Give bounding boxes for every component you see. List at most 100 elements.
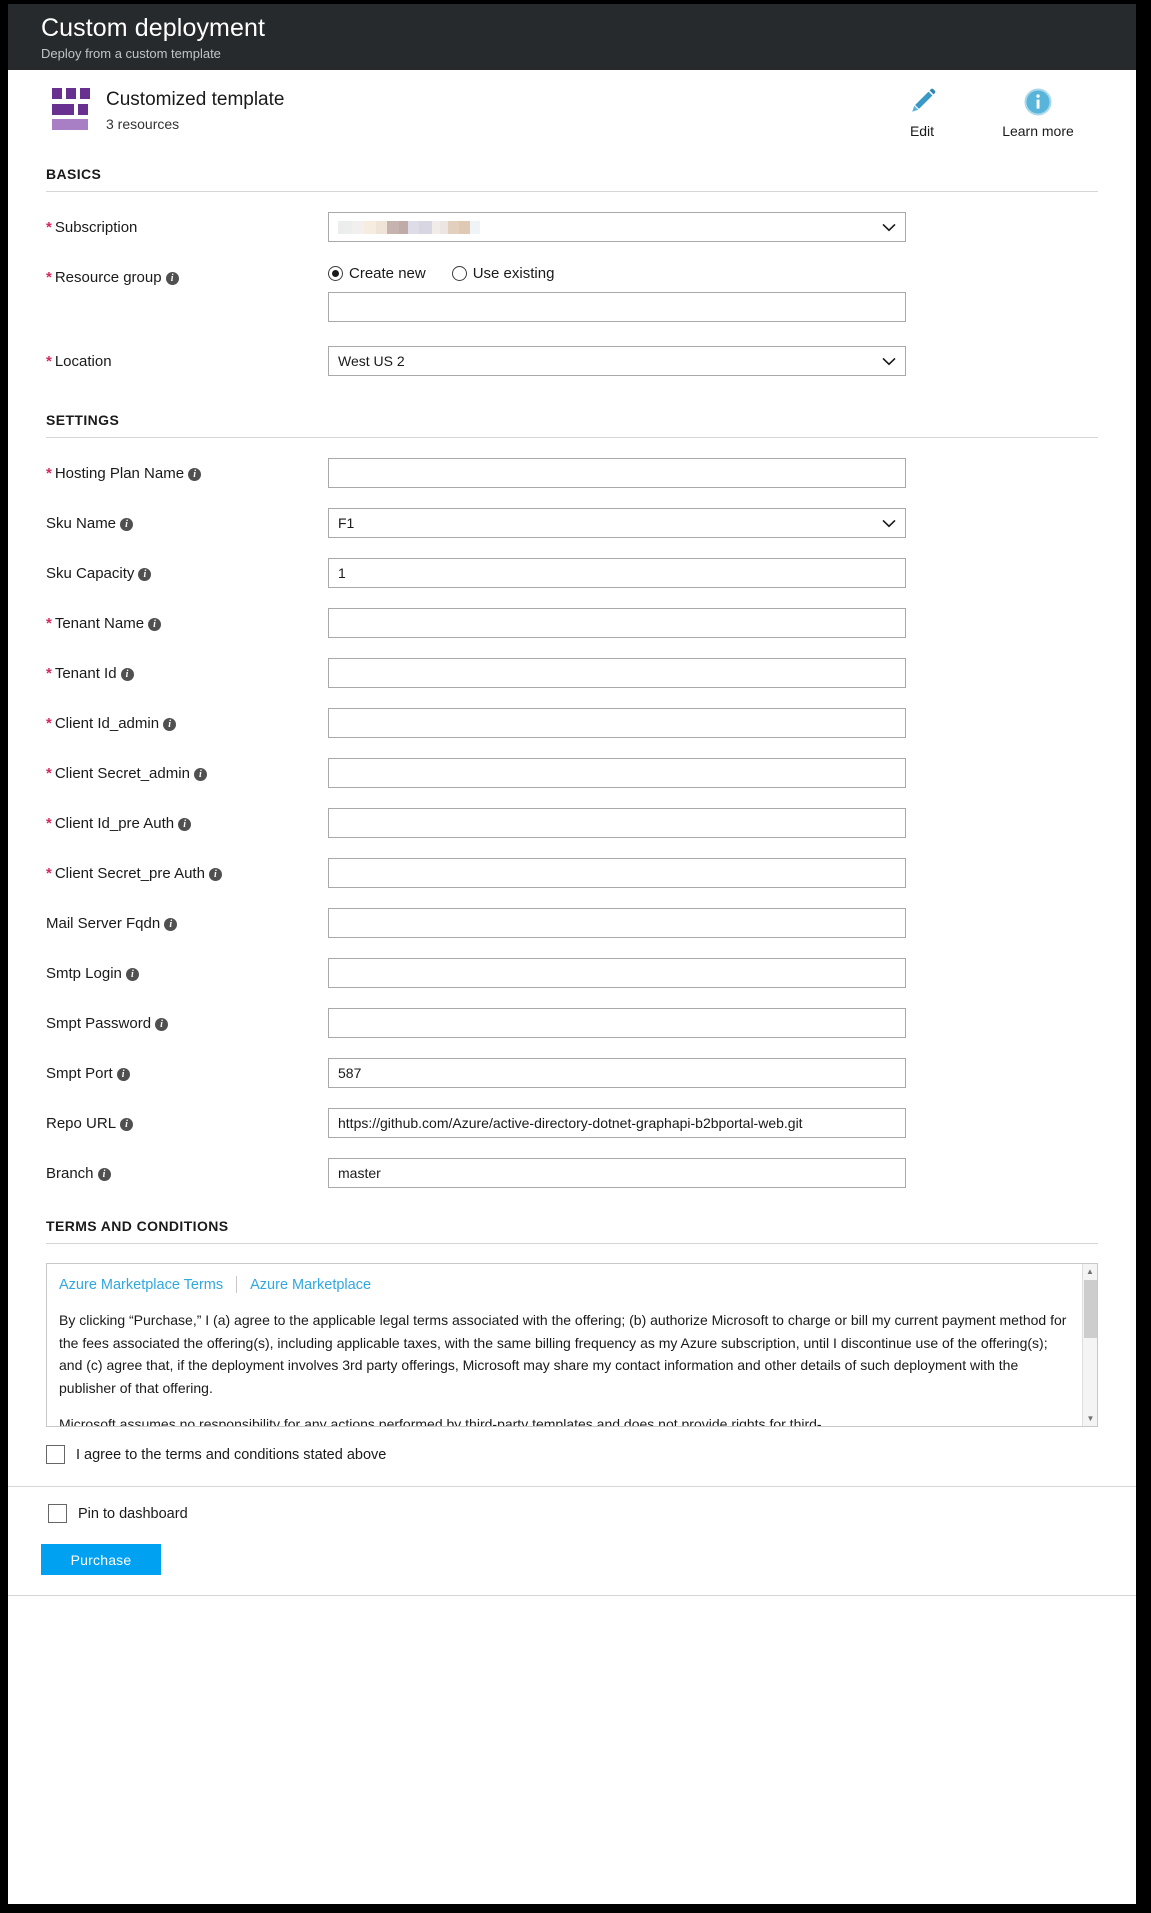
radio-use-existing-indicator[interactable]	[451, 265, 467, 281]
field-row-subscription: * Subscription	[8, 212, 1136, 242]
info-icon[interactable]: i	[155, 1018, 169, 1031]
settings-field-input[interactable]	[328, 958, 906, 988]
basics-divider	[46, 191, 1098, 192]
settings-field-input[interactable]	[328, 808, 906, 838]
settings-section-title: SETTINGS	[46, 412, 120, 428]
info-icon[interactable]: i	[188, 468, 202, 481]
subscription-redacted-value	[338, 221, 480, 234]
info-icon[interactable]: i	[116, 1068, 130, 1081]
info-circle-icon	[1024, 86, 1052, 118]
learn-more-button[interactable]: Learn more	[996, 86, 1080, 139]
settings-field-input[interactable]	[328, 708, 906, 738]
settings-field-label: Branch i	[46, 1158, 328, 1185]
settings-field-input[interactable]	[328, 908, 906, 938]
pin-to-dashboard-checkbox[interactable]	[48, 1504, 67, 1523]
settings-field-input[interactable]: 1	[328, 558, 906, 588]
terms-paragraph-2: Microsoft assumes no responsibility for …	[59, 1416, 822, 1427]
chevron-down-icon[interactable]	[882, 347, 896, 375]
location-label: * Location	[46, 346, 328, 373]
settings-field-input[interactable]: master	[328, 1158, 906, 1188]
radio-use-existing[interactable]: Use existing	[451, 265, 554, 282]
settings-field-label: Smpt Password i	[46, 1008, 328, 1035]
settings-field-label: * Hosting Plan Name i	[46, 458, 328, 485]
scroll-up-icon[interactable]: ▲	[1083, 1264, 1097, 1279]
settings-field-input[interactable]: 587	[328, 1058, 906, 1088]
template-info: Customized template 3 resources	[106, 88, 284, 133]
info-icon[interactable]: i	[120, 518, 134, 531]
field-row-client-id-admin: * Client Id_admin i	[8, 708, 1136, 738]
settings-field-control	[328, 1008, 1098, 1038]
terms-scrollbar[interactable]: ▲ ▼	[1082, 1264, 1097, 1426]
location-label-text: Location	[54, 353, 112, 370]
settings-field-select[interactable]: F1	[328, 508, 906, 538]
agree-terms-label: I agree to the terms and conditions stat…	[76, 1446, 387, 1463]
custom-deployment-blade: Custom deployment Deploy from a custom t…	[8, 4, 1136, 1904]
agree-terms-checkbox[interactable]	[46, 1445, 65, 1464]
info-icon[interactable]: i	[148, 618, 162, 631]
settings-field-label: * Client Secret_admin i	[46, 758, 328, 785]
settings-field-list: * Hosting Plan Name i Sku Name i F1 Sku Capaci…	[8, 458, 1136, 1188]
pin-to-dashboard-row[interactable]: Pin to dashboard	[8, 1504, 1136, 1523]
field-row-sku-name: Sku Name i F1	[8, 508, 1136, 538]
settings-field-input[interactable]	[328, 758, 906, 788]
settings-field-label: * Client Secret_pre Auth i	[46, 858, 328, 885]
info-icon[interactable]: i	[120, 668, 134, 681]
scrollbar-thumb[interactable]	[1084, 1280, 1097, 1338]
template-summary-bar: Customized template 3 resources Edit Lea…	[8, 70, 1136, 139]
settings-field-input[interactable]	[328, 858, 906, 888]
terms-section-title: TERMS AND CONDITIONS	[46, 1218, 229, 1234]
agree-terms-row[interactable]: I agree to the terms and conditions stat…	[8, 1445, 1136, 1464]
settings-field-label-text: Smtp Login	[46, 965, 122, 982]
purchase-button[interactable]: Purchase	[41, 1544, 161, 1575]
header-actions: Edit Learn more	[880, 86, 1080, 139]
field-row-sku-capacity: Sku Capacity i 1	[8, 558, 1136, 588]
required-asterisk: *	[46, 353, 52, 370]
chevron-down-icon[interactable]	[882, 213, 896, 241]
terms-section: TERMS AND CONDITIONS Azure Marketplace T…	[8, 1218, 1136, 1464]
required-asterisk: *	[46, 715, 52, 732]
location-select[interactable]: West US 2	[328, 346, 906, 376]
info-icon[interactable]: i	[208, 868, 222, 881]
info-icon[interactable]: i	[164, 918, 178, 931]
settings-field-input[interactable]	[328, 608, 906, 638]
location-control: West US 2	[328, 346, 1098, 376]
settings-field-input[interactable]: https://github.com/Azure/active-director…	[328, 1108, 906, 1138]
info-icon[interactable]: i	[120, 1118, 134, 1131]
azure-marketplace-terms-link[interactable]: Azure Marketplace Terms	[59, 1277, 223, 1293]
settings-field-input[interactable]	[328, 1008, 906, 1038]
field-row-location: * Location West US 2	[8, 346, 1136, 376]
settings-field-label: * Tenant Id i	[46, 658, 328, 685]
pencil-icon	[907, 86, 937, 118]
info-icon[interactable]: i	[138, 568, 152, 581]
settings-field-label-text: Client Secret_pre Auth	[54, 865, 205, 882]
info-icon[interactable]: i	[178, 818, 192, 831]
template-icon	[52, 88, 92, 130]
settings-field-label: * Tenant Name i	[46, 608, 328, 635]
info-icon[interactable]: i	[163, 718, 177, 731]
settings-divider	[46, 437, 1098, 438]
location-value: West US 2	[338, 353, 405, 369]
chevron-down-icon[interactable]	[882, 509, 896, 537]
edit-template-button[interactable]: Edit	[880, 86, 964, 139]
resource-group-label-text: Resource group	[54, 269, 162, 286]
field-row-repo-url: Repo URL i https://github.com/Azure/active…	[8, 1108, 1136, 1138]
required-asterisk: *	[46, 219, 52, 236]
scroll-down-icon[interactable]: ▼	[1083, 1411, 1097, 1426]
subscription-select[interactable]	[328, 212, 906, 242]
blade-footer: Pin to dashboard Purchase	[8, 1487, 1136, 1596]
radio-create-new-indicator[interactable]	[328, 265, 343, 281]
field-row-branch: Branch i master	[8, 1158, 1136, 1188]
required-asterisk: *	[46, 865, 52, 882]
info-icon[interactable]: i	[193, 768, 207, 781]
info-icon[interactable]: i	[165, 272, 179, 285]
settings-field-control	[328, 858, 1098, 888]
info-icon[interactable]: i	[125, 968, 139, 981]
field-row-smpt-password: Smpt Password i	[8, 1008, 1136, 1038]
azure-marketplace-link[interactable]: Azure Marketplace	[250, 1277, 371, 1293]
settings-field-input[interactable]	[328, 658, 906, 688]
field-row-hosting-plan-name: * Hosting Plan Name i	[8, 458, 1136, 488]
settings-field-input[interactable]	[328, 458, 906, 488]
info-icon[interactable]: i	[97, 1168, 111, 1181]
resource-group-name-input[interactable]	[328, 292, 906, 322]
radio-create-new[interactable]: Create new	[328, 265, 426, 282]
